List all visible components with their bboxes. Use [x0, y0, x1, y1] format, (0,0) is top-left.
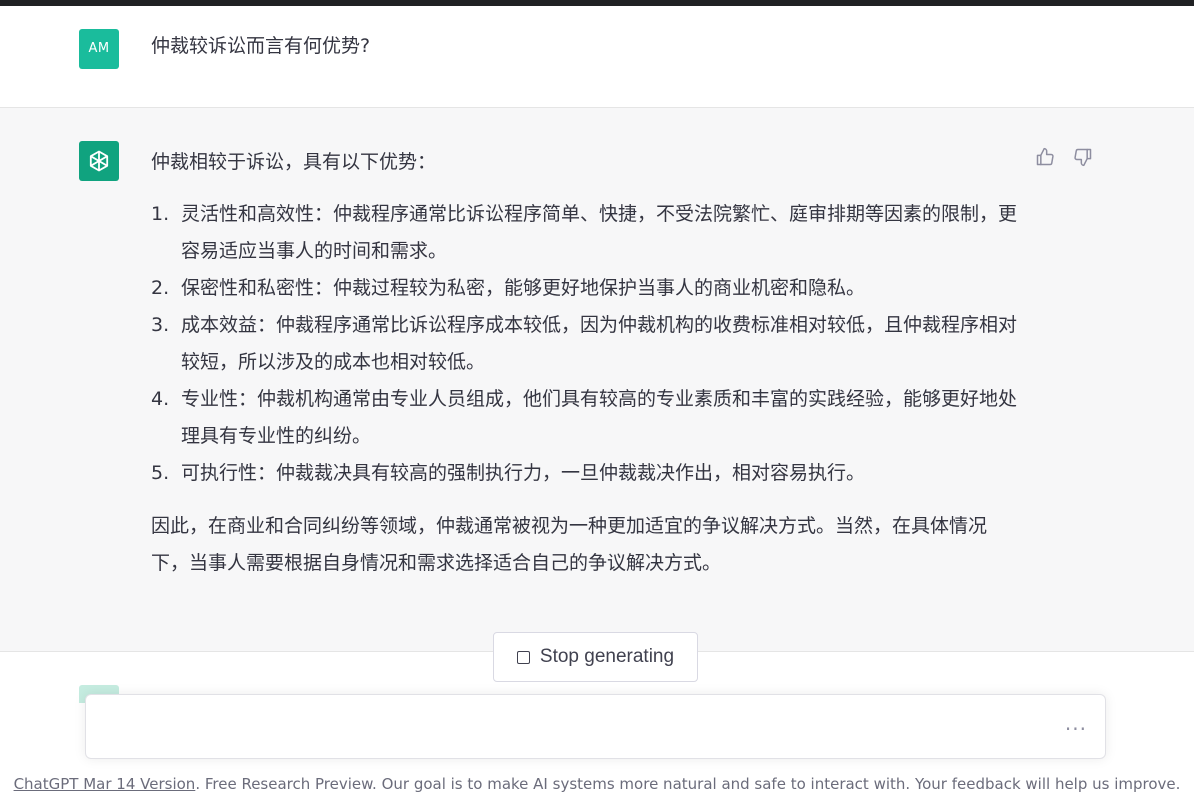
- version-link[interactable]: ChatGPT Mar 14 Version: [14, 775, 196, 793]
- feedback-buttons: [1034, 146, 1094, 168]
- list-item: 2. 保密性和私密性：仲裁过程较为私密，能够更好地保护当事人的商业机密和隐私。: [151, 277, 866, 299]
- user-avatar: AM: [79, 29, 119, 69]
- footer-text: . Free Research Preview. Our goal is to …: [195, 775, 1181, 793]
- thumbs-down-icon: [1074, 148, 1092, 167]
- assistant-message-row: 仲裁相较于诉讼，具有以下优势： 1. 灵活性和高效性：仲裁程序通常比诉讼程序简单、…: [0, 108, 1194, 652]
- assistant-conclusion: 因此，在商业和合同纠纷等领域，仲裁通常被视为一种更加适宜的争议解决方式。当然，在…: [151, 515, 988, 574]
- stop-generating-label: Stop generating: [539, 646, 675, 667]
- assistant-intro: 仲裁相较于诉讼，具有以下优势：: [151, 151, 437, 173]
- thumbs-up-button[interactable]: [1034, 146, 1056, 168]
- stop-square-icon: [516, 650, 530, 664]
- advantages-list: 1. 灵活性和高效性：仲裁程序通常比诉讼程序简单、快捷，不受法院繁忙、庭审排期等因…: [151, 196, 1021, 492]
- list-item: 1. 灵活性和高效性：仲裁程序通常比诉讼程序简单、快捷，不受法院繁忙、庭审排期等因…: [151, 203, 1018, 262]
- user-message-row: AM 仲裁较诉讼而言有何优势?: [0, 6, 1194, 108]
- list-item: 4. 专业性：仲裁机构通常由专业人员组成，他们具有较高的专业素质和丰富的实践经验，…: [151, 388, 1018, 447]
- user-message-text: 仲裁较诉讼而言有何优势?: [151, 35, 371, 57]
- stop-generating-button[interactable]: Stop generating: [493, 632, 698, 682]
- footer: ChatGPT Mar 14 Version. Free Research Pr…: [0, 775, 1194, 793]
- more-dots-icon: ···: [1064, 717, 1087, 741]
- thumbs-down-button[interactable]: [1072, 146, 1094, 168]
- list-item: 3. 成本效益：仲裁程序通常比诉讼程序成本较低，因为仲裁机构的收费标准相对较低，且…: [151, 314, 1018, 373]
- thumbs-up-icon: [1036, 147, 1054, 166]
- list-item: 5. 可执行性：仲裁裁决具有较高的强制执行力，一旦仲裁裁决作出，相对容易执行。: [151, 462, 866, 484]
- chat-input-box: ···: [85, 694, 1106, 759]
- chat-input[interactable]: [102, 713, 1042, 741]
- assistant-avatar: [79, 141, 119, 181]
- assistant-message-body: 仲裁相较于诉讼，具有以下优势： 1. 灵活性和高效性：仲裁程序通常比诉讼程序简单、…: [151, 144, 1021, 582]
- openai-logo-icon: [89, 150, 109, 172]
